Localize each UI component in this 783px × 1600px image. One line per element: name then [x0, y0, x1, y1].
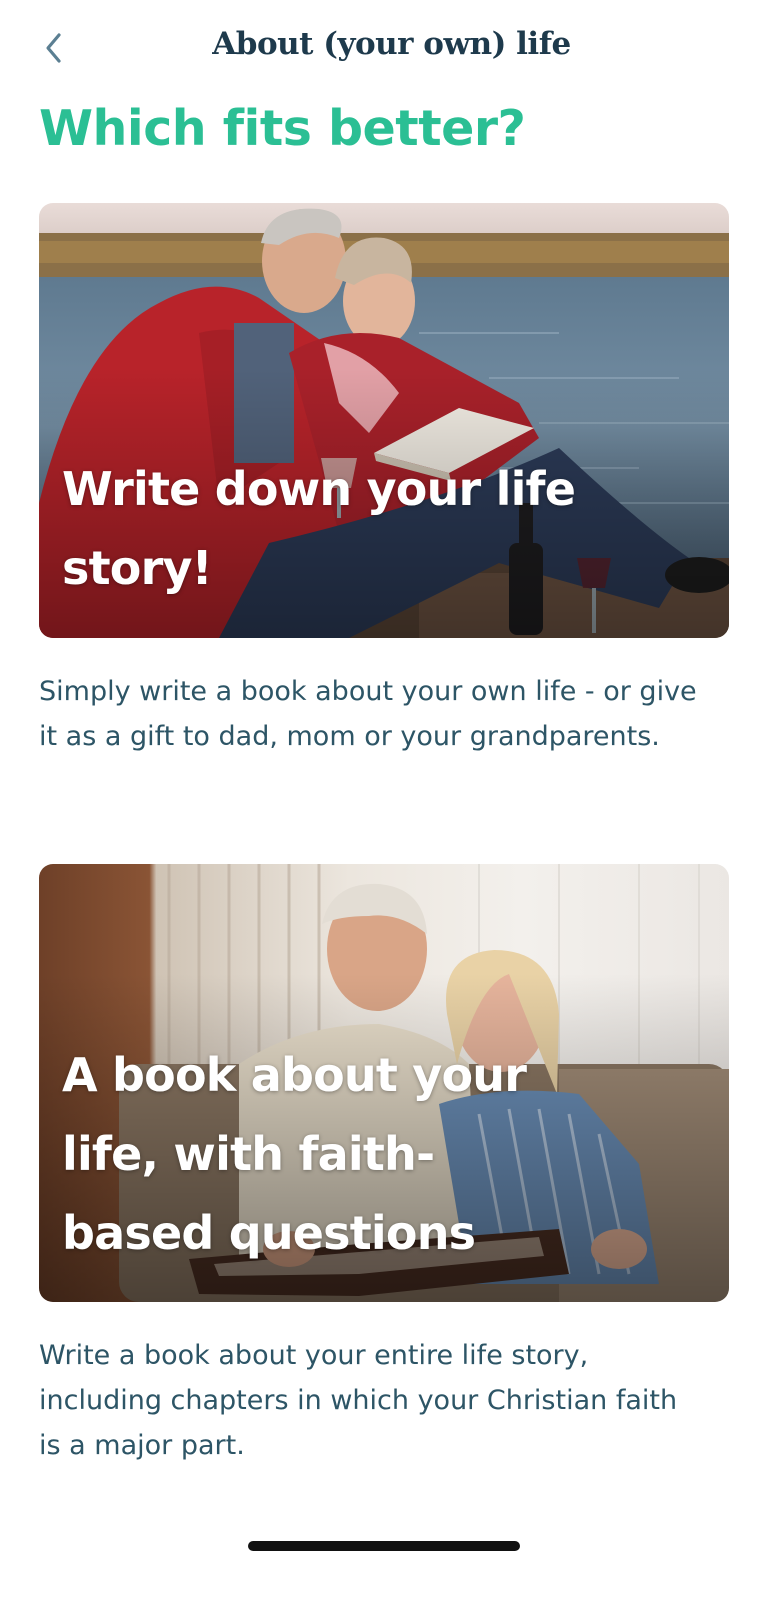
option-card-life-story[interactable]: Write down your life story! [39, 203, 729, 638]
option-description: Write a book about your entire life stor… [39, 1340, 678, 1461]
top-bar: About (your own) life [0, 0, 783, 96]
question-heading: Which fits better? [39, 100, 526, 157]
option-card-faith-based[interactable]: A book about your life, with faith-based… [39, 864, 729, 1302]
option-description: Simply write a book about your own life … [39, 676, 697, 752]
option-title: Write down your life story! [62, 462, 576, 595]
page-title: About (your own) life [212, 26, 571, 62]
home-indicator [248, 1541, 520, 1551]
option-title: A book about your life, with faith-based… [62, 1048, 527, 1260]
